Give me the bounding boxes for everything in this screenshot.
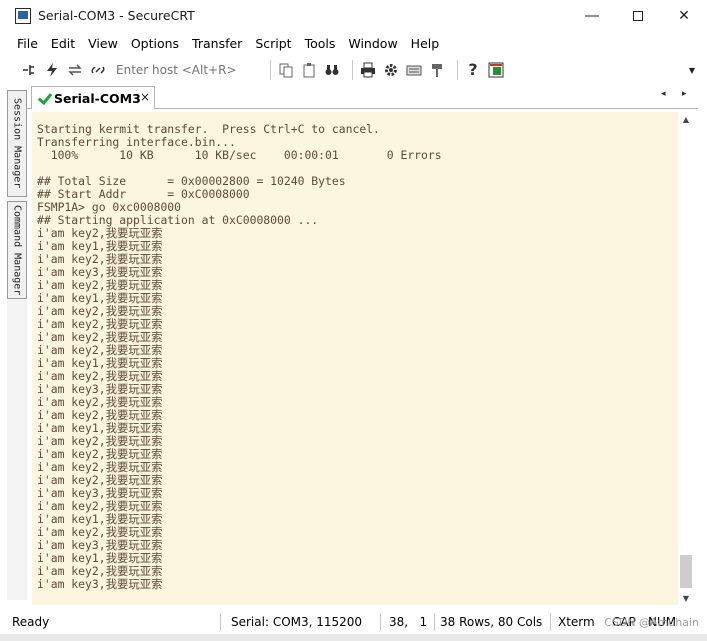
status-ready: Ready [12, 615, 50, 629]
copy-icon[interactable] [277, 61, 295, 79]
terminal-scrollbar[interactable]: ▲ ▼ [678, 112, 694, 605]
status-divider [550, 613, 551, 631]
help-icon[interactable]: ? [464, 60, 482, 79]
menu-edit[interactable]: Edit [51, 36, 75, 51]
menu-file[interactable]: File [17, 36, 38, 51]
watermark: CSDN @Amuhain [604, 616, 699, 629]
side-panel: Session Manager Command Manager [7, 90, 27, 600]
toolbar-overflow-icon[interactable]: ▼ [689, 66, 695, 75]
reconnect-icon[interactable] [66, 61, 84, 79]
scroll-down-icon[interactable]: ▼ [678, 591, 694, 605]
window-controls: ― ✕ [569, 0, 707, 31]
title-bar: Serial-COM3 - SecureCRT ― ✕ [0, 0, 707, 31]
status-size: 38 Rows, 80 Cols [440, 615, 543, 629]
toolbar: ? ▼ [0, 56, 698, 83]
session-manager-tab[interactable]: Session Manager [7, 90, 27, 197]
status-serial: Serial: COM3, 115200 [231, 615, 363, 629]
host-input[interactable] [112, 59, 258, 80]
menu-window[interactable]: Window [348, 36, 397, 51]
toolbar-separator [270, 59, 271, 80]
securecrt-app-icon [15, 7, 31, 24]
tab-close-icon[interactable]: × [140, 90, 150, 104]
window-title: Serial-COM3 - SecureCRT [38, 8, 195, 23]
minimize-button[interactable]: ― [569, 0, 615, 31]
scroll-thumb[interactable] [680, 555, 692, 588]
command-manager-label: Command Manager [11, 204, 23, 296]
menu-view[interactable]: View [88, 36, 118, 51]
close-icon: ✕ [678, 7, 690, 24]
terminal-line: i'am key3,我要玩亚索 [37, 577, 163, 591]
status-bar: Ready Serial: COM3, 115200 38, 1 38 Rows… [0, 610, 707, 634]
menu-tools[interactable]: Tools [305, 36, 336, 51]
command-manager-tab[interactable]: Command Manager [7, 201, 27, 299]
terminal-line: 100% 10 KB 10 KB/sec 00:00:01 0 Errors [37, 148, 442, 162]
terminal-output: Starting kermit transfer. Press Ctrl+C t… [37, 123, 442, 591]
connect-icon[interactable] [20, 61, 38, 79]
tab-label: Serial-COM3 [54, 90, 141, 106]
status-cursor-position: 38, 1 [389, 615, 428, 629]
toolbar-separator [457, 59, 458, 80]
menu-help[interactable]: Help [411, 36, 440, 51]
session-manager-label: Session Manager [11, 98, 23, 189]
sftp-icon[interactable] [428, 61, 446, 79]
status-divider [380, 613, 381, 631]
close-button[interactable]: ✕ [661, 0, 707, 31]
maximize-icon [633, 10, 643, 21]
terminal-screen[interactable]: Starting kermit transfer. Press Ctrl+C t… [32, 112, 678, 605]
tab-next-icon[interactable]: ▸ [682, 89, 687, 99]
settings-icon[interactable] [382, 61, 400, 79]
status-divider [220, 613, 221, 631]
window-bottom-edge [0, 634, 707, 641]
tab-prev-icon[interactable]: ◂ [661, 89, 666, 99]
menu-bar: File Edit View Options Transfer Script T… [0, 31, 707, 55]
connected-check-icon [37, 91, 51, 105]
quick-connect-icon[interactable] [43, 61, 61, 79]
disconnect-icon[interactable] [89, 61, 107, 79]
print-icon[interactable] [359, 61, 377, 79]
minimize-icon: ― [585, 7, 599, 24]
tab-serial-com3[interactable]: Serial-COM3 × [31, 86, 155, 109]
menu-script[interactable]: Script [255, 36, 291, 51]
keymap-icon[interactable] [405, 61, 423, 79]
session-tab-bar: Serial-COM3 × ◂ ▸ [27, 85, 698, 109]
maximize-button[interactable] [615, 0, 661, 31]
paste-icon[interactable] [300, 61, 318, 79]
menu-transfer[interactable]: Transfer [192, 36, 242, 51]
find-icon[interactable] [323, 61, 341, 79]
status-divider [434, 613, 435, 631]
status-terminal-type: Xterm [558, 615, 595, 629]
menu-options[interactable]: Options [131, 36, 179, 51]
about-icon[interactable] [487, 61, 505, 79]
scroll-up-icon[interactable]: ▲ [678, 112, 694, 126]
toolbar-separator [352, 59, 353, 80]
